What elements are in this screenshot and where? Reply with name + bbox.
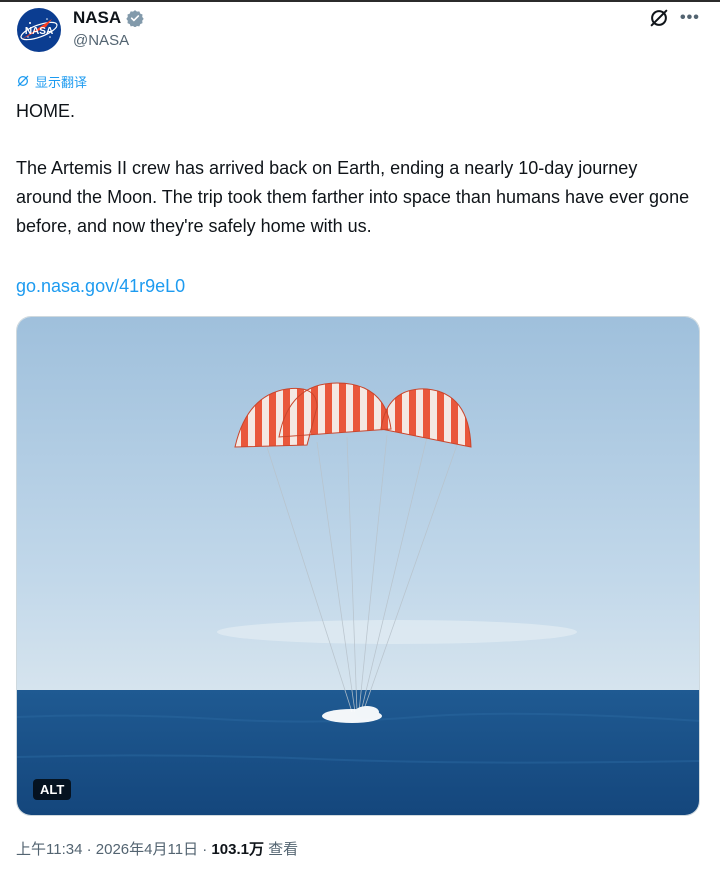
tweet-body: The Artemis II crew has arrived back on … [16, 158, 690, 236]
verified-badge-icon [126, 10, 144, 27]
top-border [0, 0, 720, 2]
nasa-logo-icon: NASA [17, 8, 61, 52]
tweet-meta: 上午11:34 · 2026年4月11日 · 103.1万 查看 [16, 840, 298, 860]
tweet-headline: HOME. [16, 101, 76, 121]
tweet-date[interactable]: 2026年4月11日 [96, 841, 198, 858]
views-count: 103.1万 [211, 841, 264, 858]
avatar-text: NASA [25, 26, 53, 37]
author-name[interactable]: NASA [73, 8, 121, 28]
tweet-time[interactable]: 上午11:34 [16, 841, 82, 858]
tweet-link[interactable]: go.nasa.gov/41r9eL0 [16, 272, 696, 301]
meta-separator: · [82, 841, 96, 858]
author-handle[interactable]: @NASA [73, 31, 129, 51]
translate-link[interactable]: 显示翻译 [16, 72, 87, 90]
more-icon[interactable]: ••• [680, 9, 700, 27]
alt-badge[interactable]: ALT [33, 779, 72, 800]
avatar[interactable]: NASA [16, 7, 62, 53]
meta-separator-2: · [198, 841, 212, 858]
tweet-header: NASA NASA @NASA ••• [16, 5, 706, 55]
tweet-media[interactable]: ALT [16, 316, 700, 816]
splashdown-photo [17, 317, 699, 815]
translate-icon [17, 75, 29, 87]
translate-label: 显示翻译 [35, 74, 88, 90]
views-label: 查看 [263, 841, 299, 858]
grok-icon[interactable] [648, 7, 670, 29]
